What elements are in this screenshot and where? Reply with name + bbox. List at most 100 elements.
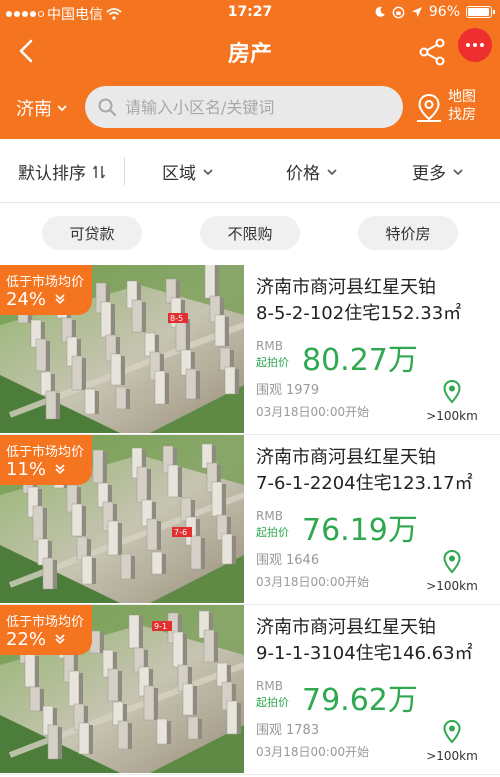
- battery-percent: 96%: [428, 4, 460, 20]
- lock-rotation-icon: [392, 6, 405, 18]
- filter-more[interactable]: 更多: [412, 159, 464, 184]
- start-price-label: 起拍价: [256, 356, 289, 369]
- start-price-label: 起拍价: [256, 696, 289, 709]
- filter-more-label: 更多: [412, 164, 446, 184]
- city-selector[interactable]: 济南: [16, 95, 68, 121]
- listing-title-line1: 济南市商河县红星天铂: [256, 447, 436, 468]
- discount-badge: 低于市场均价 11%: [0, 435, 92, 485]
- filter-sort[interactable]: 默认排序: [18, 159, 106, 184]
- chevron-down-icon: [453, 168, 463, 175]
- views-count: 1783: [286, 723, 320, 738]
- filter-bar: 默认排序 区域 价格 更多: [0, 139, 500, 203]
- filter-price-label: 价格: [286, 164, 320, 184]
- map-find-button[interactable]: 地图 找房: [414, 88, 494, 128]
- distance-value: >100km: [426, 409, 478, 423]
- map-label-line2: 找房: [448, 107, 476, 123]
- building-number-label: 8-5: [170, 314, 183, 323]
- city-label: 济南: [16, 99, 52, 120]
- filter-price[interactable]: 价格: [286, 159, 338, 184]
- filter-area[interactable]: 区域: [162, 159, 214, 184]
- map-pin-icon: [417, 93, 441, 122]
- location-arrow-icon: [411, 7, 422, 17]
- tag-loanable[interactable]: 可贷款: [42, 216, 142, 250]
- tag-special-price[interactable]: 特价房: [358, 216, 458, 250]
- search-box[interactable]: [85, 86, 403, 128]
- start-time: 03月18日00:00开始: [256, 745, 370, 759]
- views: 围观 1646: [256, 549, 319, 568]
- discount-percent: 22%: [6, 629, 47, 650]
- location-pin-icon: [443, 719, 461, 744]
- distance: >100km: [422, 549, 482, 599]
- location-pin-icon: [443, 379, 461, 404]
- discount-label: 低于市场均价: [6, 445, 85, 460]
- status-bar: 中国电信 17:27 96%: [0, 0, 500, 26]
- chevron-down-icon: [57, 105, 67, 112]
- moon-icon: [375, 6, 385, 17]
- arrow-down-icon: [55, 464, 65, 475]
- price: 79.62万: [302, 683, 418, 718]
- listing-title: 济南市商河县红星天铂 9-1-1-3104住宅146.63㎡: [256, 615, 492, 667]
- listing-title-line1: 济南市商河县红星天铂: [256, 617, 436, 638]
- listing-title-line2: 7-6-1-2204住宅123.17㎡: [256, 473, 473, 494]
- views-label: 围观: [256, 383, 283, 398]
- building-number-label: 9-1: [154, 622, 167, 631]
- property-image: 8-5 低于市场均价 24%: [0, 265, 244, 433]
- chevron-down-icon: [203, 168, 213, 175]
- filter-divider: [124, 157, 125, 185]
- search-icon: [98, 98, 117, 117]
- nav-bar: 房产: [0, 28, 500, 74]
- discount-percent: 24%: [6, 289, 47, 310]
- search-input[interactable]: [125, 97, 395, 117]
- filter-sort-label: 默认排序: [18, 164, 86, 184]
- currency-label: RMB: [256, 679, 283, 693]
- arrow-down-icon: [55, 634, 65, 645]
- listing-title: 济南市商河县红星天铂 8-5-2-102住宅152.33㎡: [256, 275, 492, 327]
- more-dots-icon[interactable]: [458, 28, 492, 62]
- share-icon[interactable]: [416, 36, 448, 68]
- distance-value: >100km: [426, 749, 478, 763]
- discount-badge: 低于市场均价 24%: [0, 265, 92, 315]
- listing-card-3[interactable]: 9-1 低于市场均价 22% 济南市商河县红星天铂 9-1-1-3104住宅14…: [0, 605, 500, 775]
- discount-badge: 低于市场均价 22%: [0, 605, 92, 655]
- map-find-label: 地图 找房: [448, 88, 488, 124]
- currency-label: RMB: [256, 509, 283, 523]
- listing-title-line1: 济南市商河县红星天铂: [256, 277, 436, 298]
- battery-icon: [466, 6, 495, 18]
- building-number-label: 7-6: [174, 528, 187, 537]
- chevron-down-icon: [327, 168, 337, 175]
- property-image: 9-1 低于市场均价 22%: [0, 605, 244, 773]
- discount-label: 低于市场均价: [6, 615, 85, 630]
- distance: >100km: [422, 379, 482, 429]
- start-time: 03月18日00:00开始: [256, 405, 370, 419]
- distance: >100km: [422, 719, 482, 769]
- listing-card-1[interactable]: 8-5 低于市场均价 24% 济南市商河县红星天铂 8-5-2-102住宅152…: [0, 265, 500, 435]
- currency-label: RMB: [256, 339, 283, 353]
- listing-title: 济南市商河县红星天铂 7-6-1-2204住宅123.17㎡: [256, 445, 492, 497]
- discount-label: 低于市场均价: [6, 275, 85, 290]
- views-count: 1979: [286, 383, 320, 398]
- search-row: 济南 地图 找房: [0, 80, 500, 136]
- header: 中国电信 17:27 96% 房产 济南 请输入小区名/关键词 地图 找房: [0, 0, 500, 139]
- status-right: 96%: [374, 4, 495, 20]
- start-price-label: 起拍价: [256, 526, 289, 539]
- tag-no-purchase-limit[interactable]: 不限购: [200, 216, 300, 250]
- location-pin-icon: [443, 549, 461, 574]
- filter-area-label: 区域: [162, 164, 196, 184]
- listing-card-2[interactable]: 7-6 低于市场均价 11% 济南市商河县红星天铂 7-6-1-2204住宅12…: [0, 435, 500, 605]
- discount-percent: 11%: [6, 459, 47, 480]
- property-image: 7-6 低于市场均价 11%: [0, 435, 244, 603]
- views-count: 1646: [286, 553, 320, 568]
- app-root: 中国电信 17:27 96% 房产 济南 请输入小区名/关键词 地图 找房 默认…: [0, 0, 500, 777]
- start-time: 03月18日00:00开始: [256, 575, 370, 589]
- sort-icon: [92, 164, 106, 179]
- map-label-line1: 地图: [448, 89, 476, 105]
- listing-title-line2: 9-1-1-3104住宅146.63㎡: [256, 643, 473, 664]
- arrow-down-icon: [55, 294, 65, 305]
- listing-title-line2: 8-5-2-102住宅152.33㎡: [256, 303, 462, 324]
- views: 围观 1783: [256, 719, 319, 738]
- distance-value: >100km: [426, 579, 478, 593]
- quick-tags: 可贷款 不限购 特价房: [0, 203, 500, 265]
- price: 76.19万: [302, 513, 418, 548]
- views-label: 围观: [256, 553, 283, 568]
- views-label: 围观: [256, 723, 283, 738]
